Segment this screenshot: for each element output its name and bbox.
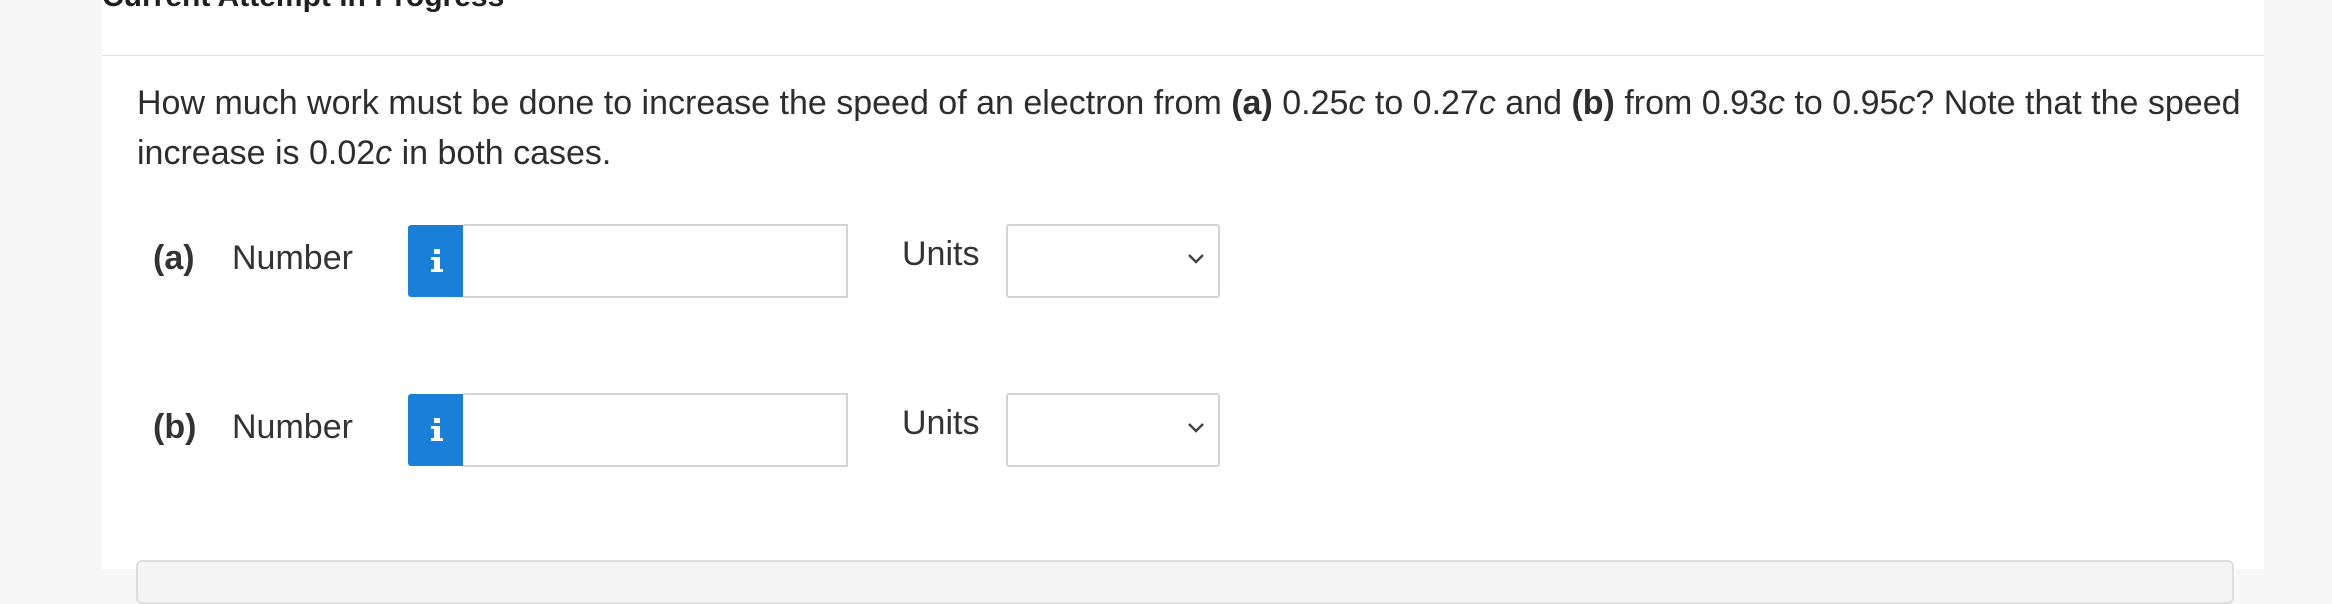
info-button-b[interactable] — [408, 394, 465, 466]
info-icon — [430, 249, 443, 272]
units-label-b: Units — [902, 404, 980, 442]
units-label-a: Units — [902, 235, 980, 273]
units-select-a[interactable] — [1006, 224, 1220, 298]
chevron-down-icon — [1188, 254, 1204, 264]
next-section-box — [136, 560, 2234, 604]
info-button-a[interactable] — [408, 225, 465, 297]
number-label-b: Number — [232, 408, 353, 446]
number-input-a[interactable] — [463, 224, 848, 298]
part-label-a: (a) — [153, 239, 195, 277]
number-input-b[interactable] — [463, 393, 848, 467]
info-icon — [430, 418, 443, 441]
question-text: How much work must be done to increase t… — [137, 84, 2241, 172]
part-a-marker: (a) — [1231, 84, 1273, 122]
answer-row-a: (a) Number Units — [102, 224, 1302, 298]
attempt-status-title: Current Attempt in Progress — [102, 0, 504, 14]
header-divider — [102, 55, 2264, 56]
answer-row-b: (b) Number Units — [102, 393, 1302, 467]
chevron-down-icon — [1188, 423, 1204, 433]
part-b-marker: (b) — [1571, 84, 1615, 122]
units-select-b[interactable] — [1006, 393, 1220, 467]
question-card: Current Attempt in Progress How much wor… — [102, 0, 2264, 604]
number-label-a: Number — [232, 239, 353, 277]
part-label-b: (b) — [153, 408, 197, 446]
